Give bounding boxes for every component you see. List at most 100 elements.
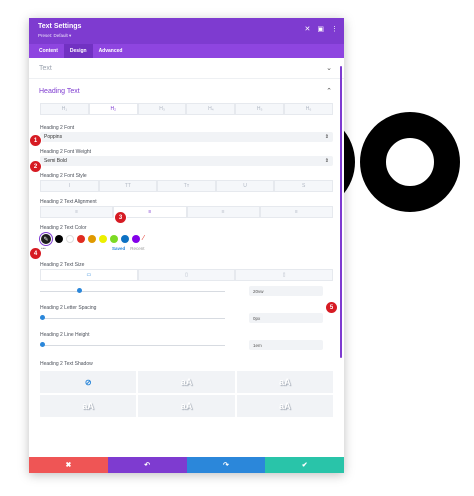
letter-spacing-label: Heading 2 Letter Spacing <box>40 305 97 311</box>
font-weight-label: Heading 2 Font Weight <box>40 149 92 155</box>
letter-spacing-input[interactable]: 0px <box>249 313 323 323</box>
line-height-handle[interactable] <box>40 342 45 347</box>
heading-tab-h5[interactable]: H₅ <box>235 103 285 115</box>
strikethrough-button[interactable]: S <box>274 180 333 192</box>
section-heading-text[interactable]: Heading Text ⌃ <box>29 79 344 103</box>
line-height-slider: 1em <box>40 339 333 351</box>
tab-content[interactable]: Content <box>33 44 64 58</box>
font-value: Poppins <box>44 134 63 140</box>
shadow-preset-4[interactable]: aA <box>138 395 235 417</box>
shadow-preset-5[interactable]: aA <box>236 395 333 417</box>
text-color-label: Heading 2 Text Color <box>40 225 87 231</box>
desktop-tab[interactable]: ▭ <box>40 269 138 281</box>
chevron-down-icon: ⌄ <box>326 65 332 72</box>
step-badge-4: 4 <box>29 247 42 260</box>
redo-button[interactable]: ↷ <box>186 457 266 473</box>
letter-spacing-handle[interactable] <box>40 315 45 320</box>
line-height-track[interactable] <box>40 342 225 347</box>
color-status: ••• Saved Recent <box>41 246 344 253</box>
scrollbar[interactable] <box>340 66 342 358</box>
text-alignment-label: Heading 2 Text Alignment <box>40 199 97 205</box>
settings-tabs: Content Design Advanced <box>29 44 344 58</box>
text-alignment-buttons: ≡ ≡ ≡ ≡ <box>40 206 333 218</box>
swatch[interactable] <box>66 235 74 243</box>
heading-level-tabs: H₁ H₂ H₃ H₄ H₅ H₆ <box>40 103 333 115</box>
heading-tab-h3[interactable]: H₃ <box>137 103 187 115</box>
step-badge-1: 1 <box>29 134 42 147</box>
swatch[interactable] <box>55 235 63 243</box>
font-select[interactable]: Poppins ⇕ <box>40 132 333 142</box>
italic-button[interactable]: I <box>40 180 99 192</box>
heading-tab-h1[interactable]: H₁ <box>40 103 89 115</box>
updown-icon: ⇕ <box>324 158 329 164</box>
preset-selector[interactable]: Preset: Default ▾ <box>38 33 71 39</box>
letter-spacing-track[interactable] <box>40 315 225 320</box>
more-options-icon[interactable]: ⋮ <box>331 25 338 33</box>
shadow-preset-1[interactable]: aA <box>138 371 235 393</box>
swatch[interactable] <box>110 235 118 243</box>
heading-tab-h2[interactable]: H₂ <box>88 103 138 115</box>
section-text-label: Text <box>39 64 52 72</box>
text-size-track[interactable] <box>40 288 225 293</box>
no-color-icon[interactable]: ⁄ <box>143 235 151 243</box>
underline-button[interactable]: U <box>215 180 275 192</box>
shadow-preset-3[interactable]: aA <box>40 395 137 417</box>
phone-icon: ▯ <box>282 272 286 278</box>
swatch[interactable] <box>99 235 107 243</box>
section-heading-label: Heading Text <box>39 87 80 95</box>
split-view-icon[interactable]: ▣ <box>317 25 324 33</box>
line-height-label: Heading 2 Line Height <box>40 332 90 338</box>
eyedropper-icon[interactable]: ✎ <box>40 233 52 245</box>
cancel-button[interactable]: ✖ <box>29 457 108 473</box>
font-weight-select[interactable]: Semi Bold ⇕ <box>40 156 333 166</box>
align-left-button[interactable]: ≡ <box>40 206 114 218</box>
modal-title: Text Settings <box>38 23 82 30</box>
chevron-up-icon: ⌃ <box>326 88 332 95</box>
line-height-input[interactable]: 1em <box>249 340 323 350</box>
color-swatches: ✎ ⁄ <box>40 232 344 246</box>
step-badge-5: 5 <box>325 301 338 314</box>
align-justify-button[interactable]: ≡ <box>259 206 333 218</box>
swatch[interactable] <box>132 235 140 243</box>
desktop-icon: ▭ <box>86 272 92 278</box>
shadow-preset-2[interactable]: aA <box>236 371 333 393</box>
shadow-none-option[interactable]: ⊘ <box>40 371 137 393</box>
phone-tab[interactable]: ▯ <box>235 269 334 281</box>
swatch[interactable] <box>88 235 96 243</box>
uppercase-button[interactable]: TT <box>98 180 158 192</box>
modal-footer: ✖ ↶ ↷ ✔ <box>29 457 344 473</box>
device-tabs: ▭ ▯ ▯ <box>40 269 334 281</box>
no-shadow-icon: ⊘ <box>84 377 92 387</box>
letter-spacing-slider: 0px <box>40 312 333 324</box>
font-label: Heading 2 Font <box>40 125 75 131</box>
swatch[interactable] <box>121 235 129 243</box>
updown-icon: ⇕ <box>324 134 329 140</box>
save-button[interactable]: ✔ <box>265 457 344 473</box>
swatch[interactable] <box>77 235 85 243</box>
modal-header: Text Settings Preset: Default ▾ ✕ ▣ ⋮ <box>29 18 344 44</box>
undo-button[interactable]: ↶ <box>107 457 187 473</box>
text-size-input[interactable]: 20vw <box>249 286 323 296</box>
text-size-slider: 20vw <box>40 285 333 297</box>
recent-tab[interactable]: Recent <box>130 246 144 253</box>
heading-tab-h6[interactable]: H₆ <box>284 103 333 115</box>
text-size-handle[interactable] <box>77 288 82 293</box>
tab-advanced[interactable]: Advanced <box>93 44 129 58</box>
section-text[interactable]: Text ⌄ <box>29 58 344 79</box>
settings-body: Text ⌄ Heading Text ⌃ H₁ H₂ H₃ H₄ H₅ H₆ … <box>29 58 344 457</box>
preview-letter-o <box>360 112 460 212</box>
step-badge-2: 2 <box>29 160 42 173</box>
text-size-label: Heading 2 Text Size <box>40 262 85 268</box>
tablet-tab[interactable]: ▯ <box>137 269 236 281</box>
capitalize-button[interactable]: Tт <box>157 180 216 192</box>
text-settings-modal: Text Settings Preset: Default ▾ ✕ ▣ ⋮ Co… <box>29 18 344 473</box>
close-icon[interactable]: ✕ <box>305 25 311 33</box>
font-style-label: Heading 2 Font Style <box>40 173 87 179</box>
text-shadow-label: Heading 2 Text Shadow <box>40 361 93 367</box>
font-weight-value: Semi Bold <box>44 158 67 164</box>
saved-tab[interactable]: Saved <box>112 246 125 253</box>
align-right-button[interactable]: ≡ <box>186 206 260 218</box>
heading-tab-h4[interactable]: H₄ <box>186 103 236 115</box>
tab-design[interactable]: Design <box>63 44 93 58</box>
dots-label: ••• <box>41 246 46 251</box>
